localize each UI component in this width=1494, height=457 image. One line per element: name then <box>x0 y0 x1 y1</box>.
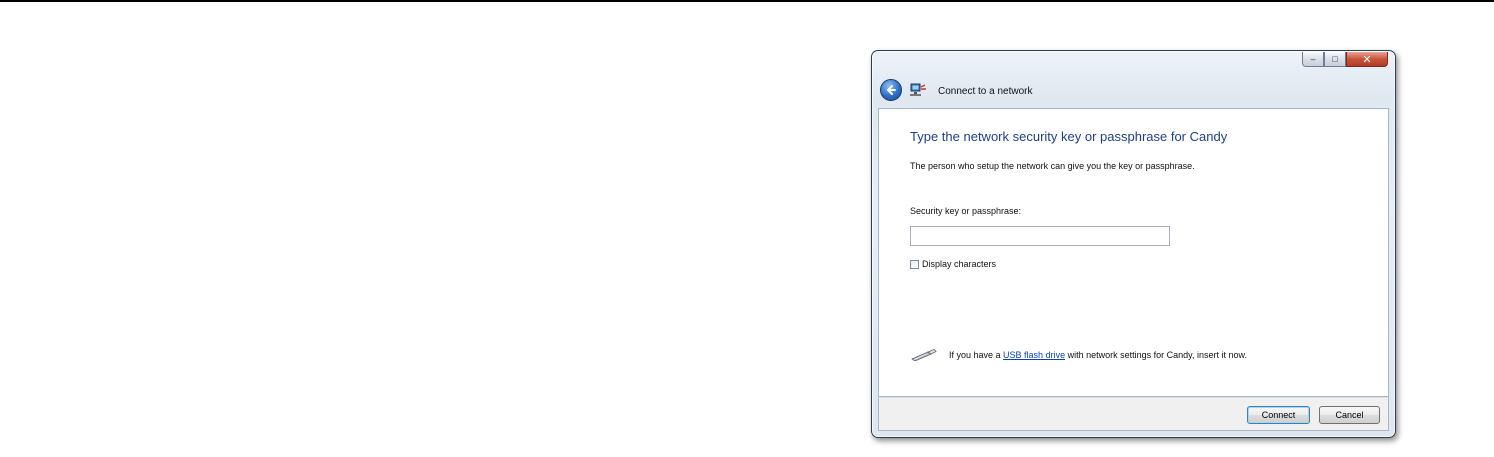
page-title: Type the network security key or passphr… <box>910 129 1228 144</box>
usb-hint-text: If you have a USB flash drive with netwo… <box>949 350 1247 360</box>
back-button[interactable] <box>880 79 902 101</box>
usb-hint-after: with network settings for Candy, insert … <box>1065 350 1247 360</box>
usb-flash-drive-link[interactable]: USB flash drive <box>1003 350 1065 360</box>
usb-hint-before: If you have a <box>949 350 1004 360</box>
maximize-button[interactable]: □ <box>1324 52 1346 67</box>
usb-drive-icon <box>911 349 937 361</box>
close-button[interactable]: ✕ <box>1346 52 1388 67</box>
display-characters-row[interactable]: Display characters <box>910 259 996 269</box>
window-title: Connect to a network <box>938 86 1033 97</box>
display-characters-label[interactable]: Display characters <box>922 259 996 269</box>
back-arrow-icon <box>887 85 896 95</box>
cancel-button[interactable]: Cancel <box>1319 406 1380 424</box>
security-key-input[interactable] <box>910 226 1170 246</box>
network-icon <box>910 83 926 96</box>
description-text: The person who setup the network can giv… <box>910 161 1195 171</box>
display-characters-checkbox[interactable] <box>910 259 919 269</box>
connect-dialog: – □ ✕ Connect to a network Type the netw… <box>871 50 1396 438</box>
security-key-label: Security key or passphrase: <box>910 206 1022 216</box>
dialog-content: Type the network security key or passphr… <box>878 108 1389 397</box>
page-top-rule <box>0 0 1494 2</box>
window-controls: – □ ✕ <box>1302 52 1388 67</box>
minimize-button[interactable]: – <box>1302 52 1324 67</box>
connect-button[interactable]: Connect <box>1247 406 1310 424</box>
dialog-footer: Connect Cancel <box>878 397 1389 431</box>
usb-hint-row: If you have a USB flash drive with netwo… <box>910 349 1247 361</box>
